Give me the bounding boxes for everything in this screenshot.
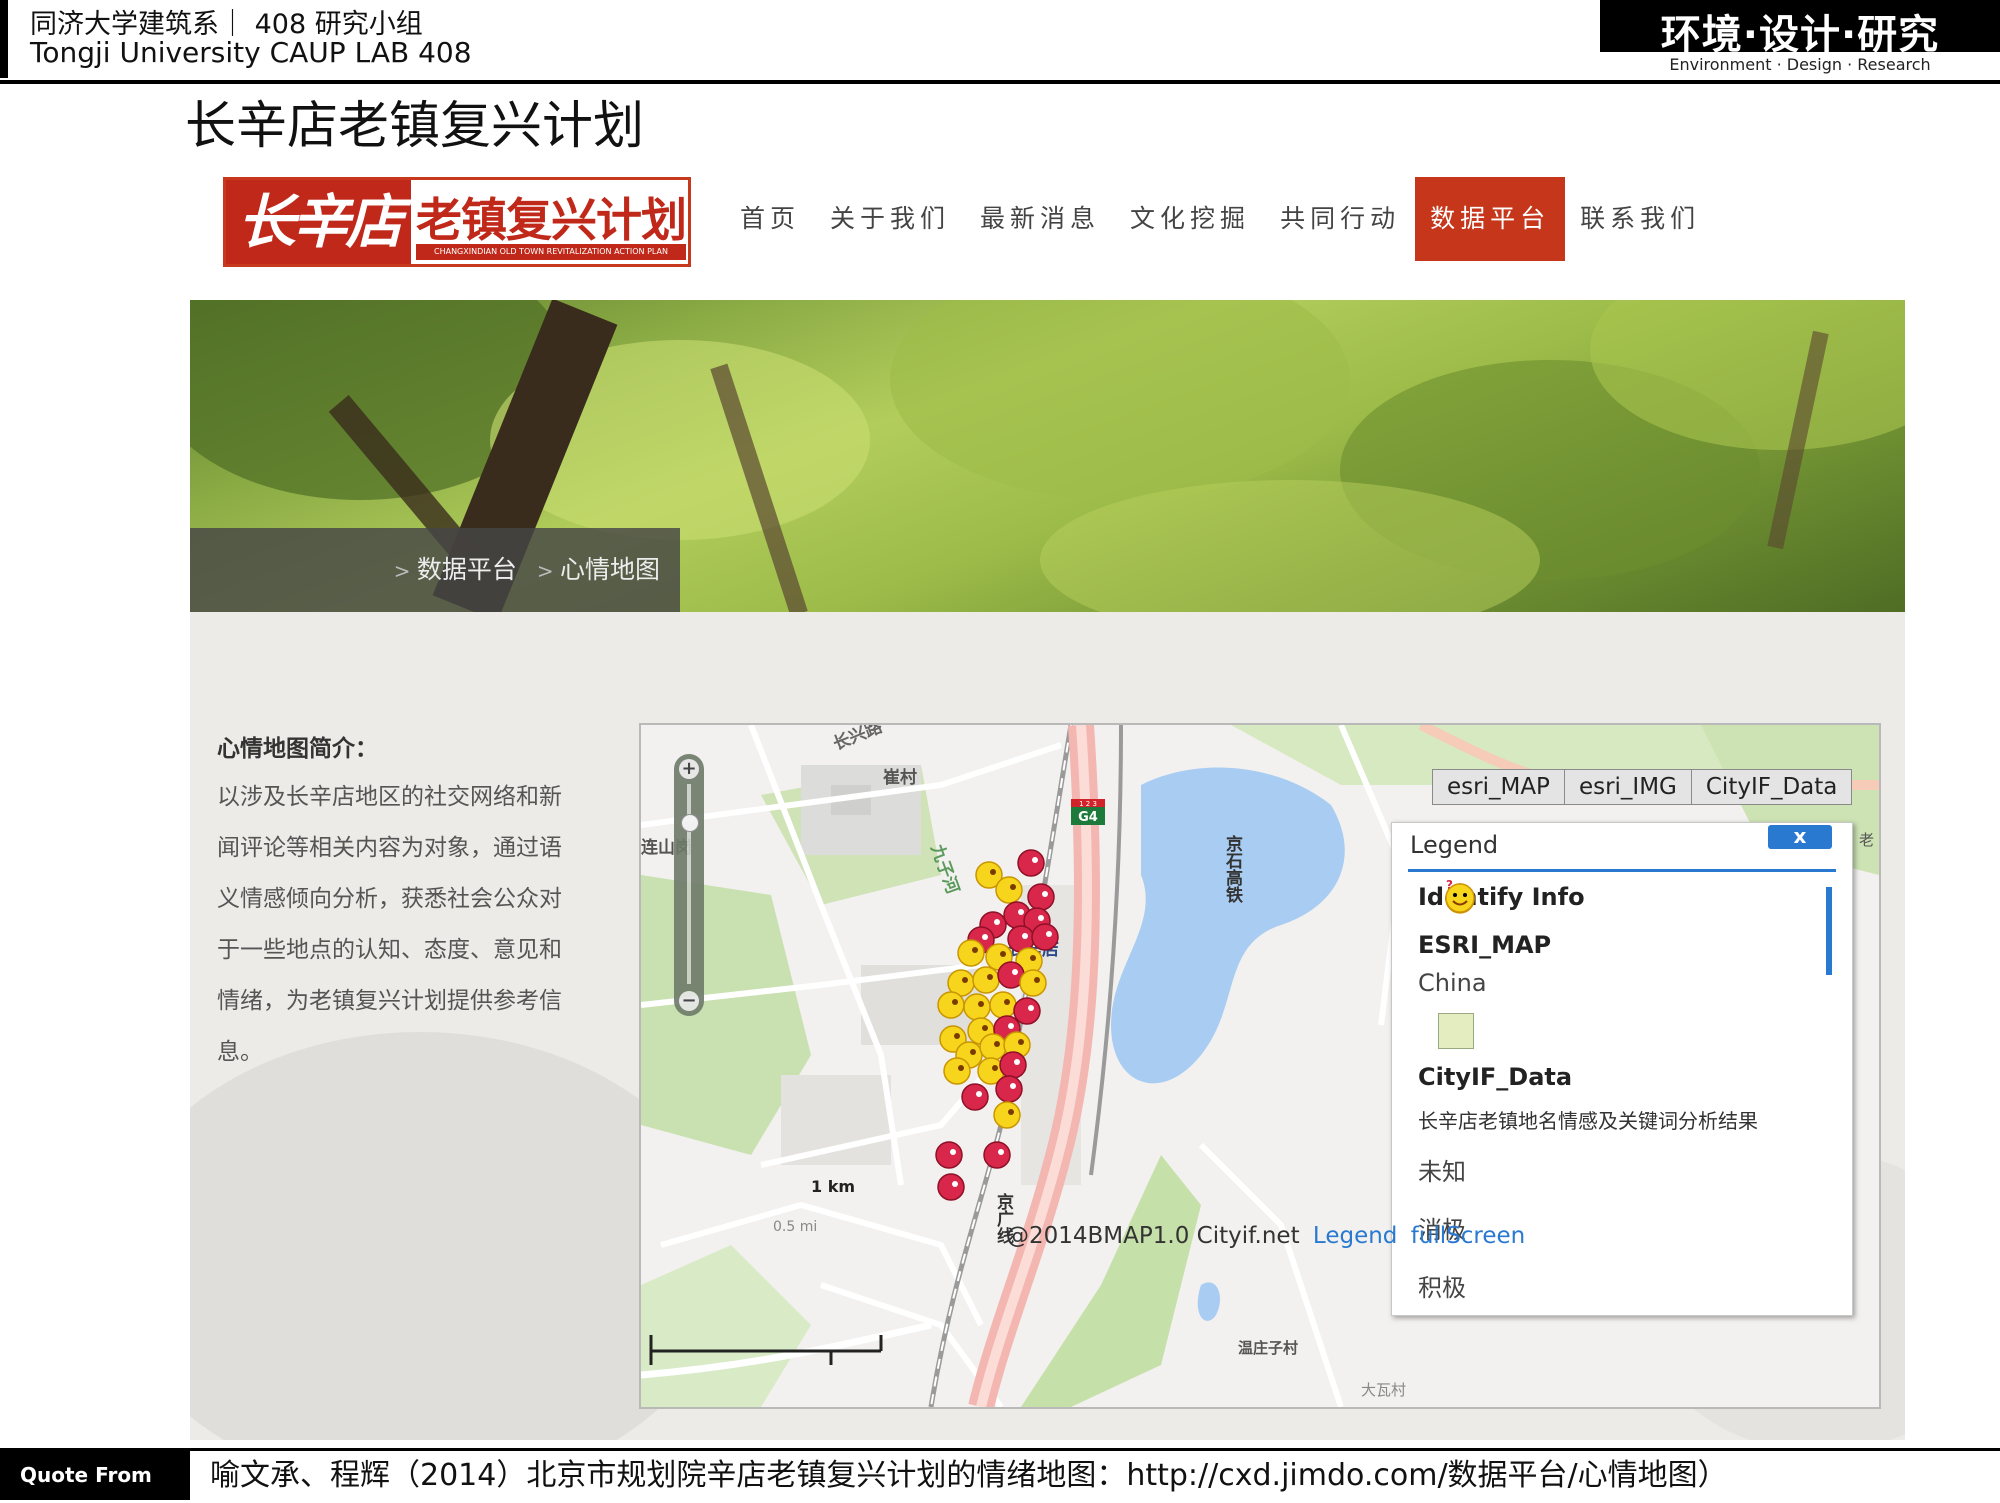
- zoom-out-button[interactable]: −: [679, 991, 699, 1011]
- map-label-cuicun: 崔村: [882, 767, 917, 788]
- basemap-switcher: esri_MAP esri_IMG CityIF_Data: [1432, 769, 1853, 805]
- nav-item-data-platform[interactable]: 数据平台: [1415, 177, 1566, 261]
- nav-item-news[interactable]: 最新消息: [965, 177, 1115, 261]
- breadcrumb-item-data-platform[interactable]: 数据平台: [394, 555, 517, 584]
- logo-calligraphy: 长辛店: [226, 180, 411, 264]
- map-label-edge: 老: [1859, 831, 1874, 849]
- breadcrumb: 数据平台心情地图: [190, 528, 680, 612]
- legend-link[interactable]: Legend: [1313, 1223, 1398, 1249]
- legend-layer-name: 长辛店老镇地名情感及关键词分析结果: [1418, 1109, 1758, 1133]
- slide-footer: Quote From 喻文承、程辉（2014）北京市规划院辛店老镇复兴计划的情绪…: [0, 1448, 2000, 1503]
- banner-image: 数据平台心情地图: [190, 300, 1905, 612]
- basemap-button-cityif-data[interactable]: CityIF_Data: [1691, 770, 1852, 804]
- scale-label-mi: 0.5 mi: [773, 1219, 818, 1235]
- map-attribution: @2014BMAP1.0 Cityif.net Legend fullScree…: [1006, 1223, 1525, 1249]
- legend-item-unknown-label: 未知: [1418, 1157, 1466, 1186]
- nav-item-contact[interactable]: 联系我们: [1565, 177, 1715, 261]
- intro-heading: 心情地图简介：: [217, 736, 378, 762]
- scale-label-km: 1 km: [811, 1177, 856, 1196]
- intro-paragraph: 以涉及长辛店地区的社交网络和新闻评论等相关内容为对象，通过语义情感倾向分析，获悉…: [217, 784, 562, 1065]
- basemap-button-esri-map[interactable]: esri_MAP: [1433, 770, 1565, 804]
- legend-china-swatch: [1438, 1013, 1474, 1049]
- slide-header: 同济大学建筑系｜ 408 研究小组 Tongji University CAUP…: [0, 0, 2000, 84]
- logo-subtitle: CHANGXINDIAN OLD TOWN REVITALIZATION ACT…: [416, 244, 686, 260]
- legend-esri-map: ESRI_MAP: [1418, 931, 1552, 959]
- map-label-wenzhuangzi: 温庄子村: [1238, 1339, 1298, 1357]
- legend-cityif-data: CityIF_Data: [1418, 1063, 1573, 1091]
- nav-item-home[interactable]: 首页: [725, 177, 815, 261]
- quote-citation: 喻文承、程辉（2014）北京市规划院辛店老镇复兴计划的情绪地图：http://c…: [210, 1458, 1728, 1493]
- org-line-english: Tongji University CAUP LAB 408: [30, 36, 472, 69]
- brand-sub-text: Environment · Design · Research: [1600, 52, 2000, 78]
- nav-item-culture[interactable]: 文化挖掘: [1115, 177, 1265, 261]
- legend-item-unknown: ? 未知: [1418, 878, 1818, 1198]
- breadcrumb-item-mood-map[interactable]: 心情地图: [537, 555, 660, 584]
- map-label-changxindian: 长辛店: [1008, 939, 1059, 960]
- main-nav: 首页 关于我们 最新消息 文化挖掘 共同行动 数据平台 联系我们: [725, 177, 1715, 261]
- brand-logo: 环境·设计·研究 Environment · Design · Research: [1600, 0, 2000, 78]
- legend-item-positive: 积极: [1418, 883, 1818, 1307]
- quote-label: Quote From: [0, 1451, 190, 1500]
- map-label-dawacun: 大瓦村: [1361, 1381, 1406, 1399]
- legend-title: Legend: [1410, 831, 1499, 859]
- breadcrumb-trail: 数据平台心情地图: [374, 528, 660, 612]
- positive-emoji-icon: [1445, 883, 1475, 913]
- map-label-jingshi-rail: 京石高铁: [1222, 834, 1244, 904]
- content-area: 心情地图简介： 以涉及长辛店地区的社交网络和新闻评论等相关内容为对象，通过语义情…: [190, 612, 1905, 1440]
- left-rule: [0, 0, 8, 78]
- fullscreen-link[interactable]: fullScreen: [1411, 1223, 1526, 1249]
- legend-divider: [1408, 869, 1836, 872]
- legend-scrollbar[interactable]: [1826, 887, 1832, 975]
- nav-item-action[interactable]: 共同行动: [1265, 177, 1415, 261]
- legend-close-button[interactable]: x: [1768, 825, 1832, 849]
- legend-china: China: [1418, 969, 1487, 997]
- zoom-in-button[interactable]: +: [679, 759, 699, 779]
- nav-item-about[interactable]: 关于我们: [815, 177, 965, 261]
- mood-map[interactable]: 1 2 3 G4 长兴路 崔村 连山岗 九子河 长辛店 京石高铁 京广线 温庄子…: [639, 723, 1881, 1409]
- slide-title: 长辛店老镇复兴计划: [185, 97, 645, 156]
- zoom-handle[interactable]: [681, 814, 699, 832]
- website-screenshot: 长辛店 老镇复兴计划 CHANGXINDIAN OLD TOWN REVITAL…: [185, 160, 1905, 1440]
- logo-title: 老镇复兴计划: [416, 193, 687, 247]
- g4-shield-label: G4: [1078, 810, 1098, 825]
- zoom-slider[interactable]: + −: [674, 754, 704, 1016]
- attribution-text: @2014BMAP1.0 Cityif.net: [1006, 1223, 1300, 1249]
- g4-shield-top: 1 2 3: [1079, 800, 1097, 808]
- site-logo[interactable]: 长辛店 老镇复兴计划 CHANGXINDIAN OLD TOWN REVITAL…: [223, 177, 691, 267]
- basemap-button-esri-img[interactable]: esri_IMG: [1564, 770, 1692, 804]
- legend-item-positive-label: 积极: [1418, 1273, 1466, 1302]
